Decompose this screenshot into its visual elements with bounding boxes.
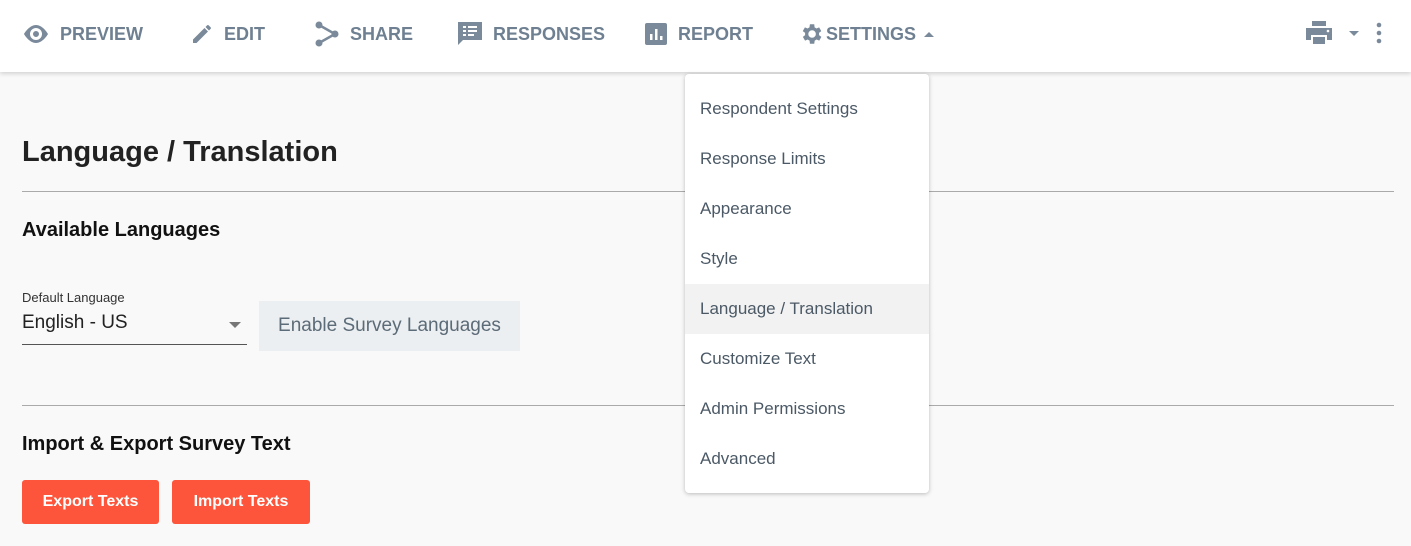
- menu-item-advanced[interactable]: Advanced: [685, 434, 929, 484]
- menu-item-respondent-settings[interactable]: Respondent Settings: [685, 84, 929, 134]
- gear-icon: [802, 24, 822, 44]
- report-icon: [645, 23, 667, 45]
- available-languages-heading: Available Languages: [22, 219, 221, 241]
- share-icon: [315, 21, 339, 47]
- chevron-down-icon: [229, 322, 241, 328]
- top-toolbar: PREVIEW EDIT SHARE RESPONSES REPORT SETT…: [0, 0, 1411, 72]
- settings-dropdown-menu: Respondent Settings Response Limits Appe…: [685, 74, 929, 493]
- import-texts-button[interactable]: Import Texts: [172, 480, 310, 524]
- nav-edit-label: EDIT: [224, 23, 266, 44]
- caret-up-icon: [924, 32, 935, 37]
- default-language-value: English - US: [22, 312, 128, 333]
- print-icon[interactable]: [1305, 20, 1333, 46]
- menu-item-style[interactable]: Style: [685, 234, 929, 284]
- caret-down-icon[interactable]: [1347, 28, 1361, 38]
- default-language-select[interactable]: English - US: [22, 312, 247, 345]
- nav-responses[interactable]: RESPONSES: [457, 0, 605, 68]
- page-title: Language / Translation: [22, 136, 338, 168]
- nav-edit[interactable]: EDIT: [190, 0, 265, 68]
- nav-preview-label: PREVIEW: [60, 23, 144, 44]
- menu-item-admin-permissions[interactable]: Admin Permissions: [685, 384, 929, 434]
- import-export-heading: Import & Export Survey Text: [22, 433, 291, 455]
- menu-item-language-translation[interactable]: Language / Translation: [685, 284, 929, 334]
- eye-icon: [24, 25, 48, 43]
- nav-share[interactable]: SHARE: [314, 0, 413, 68]
- nav-preview[interactable]: PREVIEW: [22, 0, 143, 68]
- menu-item-customize-text[interactable]: Customize Text: [685, 334, 929, 384]
- nav-report-label: REPORT: [678, 23, 754, 44]
- responses-icon: [458, 22, 482, 45]
- menu-item-appearance[interactable]: Appearance: [685, 184, 929, 234]
- nav-share-label: SHARE: [350, 23, 414, 44]
- nav-settings-label: SETTINGS: [826, 23, 917, 44]
- nav-responses-label: RESPONSES: [493, 23, 606, 44]
- nav-settings[interactable]: SETTINGS: [798, 0, 936, 68]
- more-vertical-icon[interactable]: [1375, 21, 1383, 45]
- default-language-label: Default Language: [22, 290, 125, 305]
- enable-survey-languages-button[interactable]: Enable Survey Languages: [259, 301, 520, 351]
- export-texts-button[interactable]: Export Texts: [22, 480, 159, 524]
- menu-item-response-limits[interactable]: Response Limits: [685, 134, 929, 184]
- nav-report[interactable]: REPORT: [644, 0, 753, 68]
- pencil-icon: [193, 25, 211, 43]
